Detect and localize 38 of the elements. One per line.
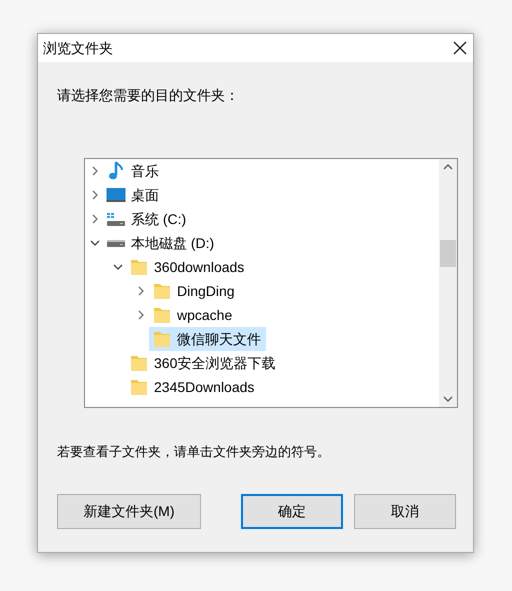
- tree-item[interactable]: 音乐: [103, 159, 164, 183]
- scroll-up-icon[interactable]: [443, 163, 453, 171]
- folder-icon: [153, 330, 171, 348]
- chevron-down-icon[interactable]: [113, 263, 123, 271]
- scroll-down-icon[interactable]: [443, 395, 453, 403]
- chevron-right-icon[interactable]: [137, 286, 145, 296]
- tree-item[interactable]: wpcache: [149, 303, 238, 327]
- folder-icon: [153, 306, 171, 324]
- folder-icon: [153, 282, 171, 300]
- chevron-down-icon[interactable]: [90, 239, 100, 247]
- dialog-button[interactable]: 取消: [354, 494, 456, 529]
- chevron-right-icon[interactable]: [91, 214, 99, 224]
- dialog-button[interactable]: 新建文件夹(M): [57, 494, 201, 529]
- tree-item[interactable]: 360安全浏览器下载: [126, 351, 280, 375]
- chevron-right-icon[interactable]: [91, 166, 99, 176]
- tree-item[interactable]: 微信聊天文件: [149, 327, 266, 351]
- music-note-icon: [108, 161, 124, 181]
- tree-item[interactable]: 本地磁盘 (D:): [103, 231, 220, 255]
- dialog-button[interactable]: 确定: [241, 494, 343, 529]
- drive-icon: [106, 211, 126, 227]
- instruction-text: 请选择您需要的目的文件夹：: [57, 87, 239, 103]
- tree-item[interactable]: 360downloads: [126, 255, 250, 279]
- folder-icon: [130, 378, 148, 396]
- folder-icon: [130, 258, 148, 276]
- tree-item[interactable]: DingDing: [149, 279, 240, 303]
- scrollbar[interactable]: [439, 159, 457, 407]
- folder-icon: [130, 354, 148, 372]
- drive-icon: [107, 240, 125, 246]
- monitor-icon: [106, 187, 126, 203]
- tree-item[interactable]: 桌面: [103, 183, 164, 207]
- close-icon[interactable]: [453, 41, 467, 55]
- tree-item[interactable]: 2345Downloads: [126, 375, 260, 399]
- scroll-thumb[interactable]: [440, 240, 456, 267]
- tree-item[interactable]: 系统 (C:): [103, 207, 192, 231]
- chevron-right-icon[interactable]: [137, 310, 145, 320]
- hint-text: 若要查看子文件夹，请单击文件夹旁边的符号。: [57, 444, 330, 459]
- chevron-right-icon[interactable]: [91, 190, 99, 200]
- window-title: 浏览文件夹: [43, 38, 113, 58]
